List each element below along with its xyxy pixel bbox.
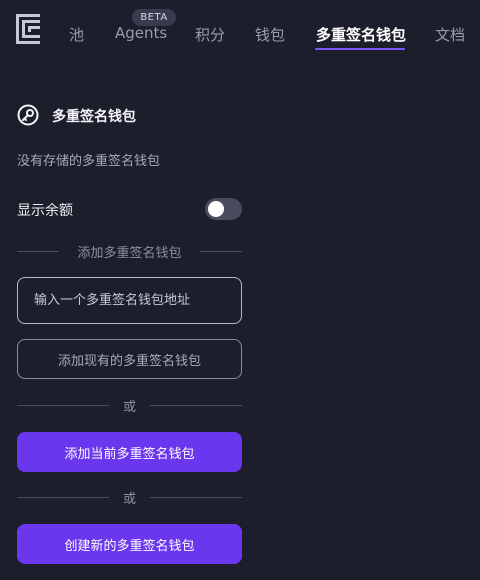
- or-divider-1: 或: [17, 395, 242, 415]
- key-circle-icon: [17, 104, 39, 126]
- section-title: 多重签名钱包: [52, 109, 136, 125]
- add-wallet-divider: 添加多重签名钱包: [17, 241, 242, 261]
- add-existing-multisig-button[interactable]: 添加现有的多重签名钱包: [17, 339, 242, 379]
- show-balance-toggle[interactable]: [205, 198, 242, 220]
- show-balance-label: 显示余额: [17, 203, 73, 219]
- top-nav: 池 BETA Agents 积分 钱包 多重签名钱包 文档: [0, 0, 480, 56]
- add-current-multisig-button[interactable]: 添加当前多重签名钱包: [17, 432, 242, 472]
- active-tab-underline: [315, 48, 405, 50]
- nav-item-docs[interactable]: 文档: [435, 24, 465, 45]
- toggle-knob: [208, 201, 224, 217]
- create-new-multisig-button[interactable]: 创建新的多重签名钱包: [17, 524, 242, 564]
- or-label: 或: [122, 400, 136, 415]
- divider-label: 添加多重签名钱包: [77, 246, 182, 261]
- add-existing-multisig-label: 添加现有的多重签名钱包: [57, 353, 201, 369]
- nav-item-points[interactable]: 积分: [195, 24, 225, 45]
- or-label: 或: [122, 492, 136, 507]
- logo-icon[interactable]: [16, 14, 40, 44]
- nav-item-agents[interactable]: Agents: [115, 24, 167, 42]
- multisig-address-input[interactable]: [17, 277, 242, 324]
- nav-item-wallet[interactable]: 钱包: [255, 24, 285, 45]
- empty-state-text: 没有存储的多重签名钱包: [17, 154, 161, 169]
- create-new-multisig-label: 创建新的多重签名钱包: [64, 538, 195, 554]
- add-current-multisig-label: 添加当前多重签名钱包: [64, 446, 195, 462]
- nav-item-multisig-wallet[interactable]: 多重签名钱包: [316, 24, 406, 45]
- or-divider-2: 或: [17, 487, 242, 507]
- nav-item-pools[interactable]: 池: [69, 24, 84, 45]
